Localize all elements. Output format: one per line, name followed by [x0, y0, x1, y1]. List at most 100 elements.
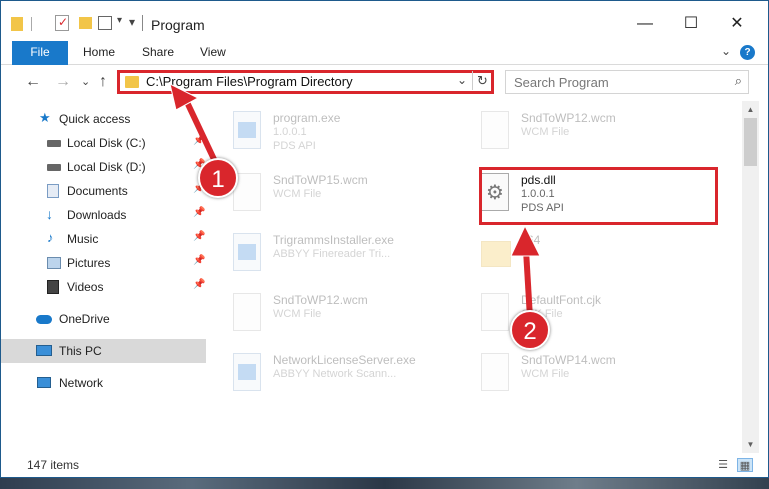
file-item[interactable]: SndToWP15.wcm WCM File: [213, 167, 453, 223]
computer-icon: [36, 345, 52, 356]
folder-icon: [125, 76, 139, 88]
file-version: 1.0.0.1: [273, 126, 307, 138]
navigation-pane: ★ Quick access Local Disk (C:) 📌 Local D…: [1, 101, 213, 453]
recent-locations-button[interactable]: ⌄: [81, 75, 90, 88]
sidebar-item-network[interactable]: Network: [1, 371, 206, 395]
title-bar: ✓ ▾ ▾ Program — ☐ ✕: [1, 1, 768, 41]
pictures-icon: [47, 257, 61, 269]
scroll-thumb[interactable]: [744, 118, 757, 166]
tab-file[interactable]: File: [12, 41, 68, 65]
title-separator: [142, 15, 143, 31]
file-item[interactable]: NetworkLicenseServer.exe ABBYY Network S…: [213, 347, 453, 403]
desktop-background: [0, 478, 769, 489]
sidebar-item-label: Videos: [67, 280, 104, 294]
folder-icon: [11, 17, 23, 31]
maximize-button[interactable]: ☐: [668, 9, 714, 39]
drive-icon: [47, 140, 61, 147]
ribbon-tabs: File Home Share View ⌄ ?: [1, 41, 768, 65]
sidebar-item-pictures[interactable]: Pictures 📌: [1, 251, 206, 275]
app-icon: [233, 233, 261, 271]
sidebar-item-documents[interactable]: Documents 📌: [1, 179, 206, 203]
address-dropdown-icon[interactable]: ⌄: [457, 73, 467, 87]
file-name: TrigrammsInstaller.exe: [273, 233, 394, 247]
up-button[interactable]: ↑: [99, 73, 107, 91]
close-button[interactable]: ✕: [714, 9, 760, 39]
sidebar-item-quick-access[interactable]: ★ Quick access: [1, 107, 206, 131]
scroll-up-icon[interactable]: ▲: [742, 101, 759, 118]
scroll-down-icon[interactable]: ▼: [742, 436, 759, 453]
tab-view[interactable]: View: [200, 41, 226, 65]
forward-button[interactable]: →: [55, 73, 71, 91]
sidebar-item-label: OneDrive: [59, 312, 110, 326]
search-icon[interactable]: ⌕: [735, 73, 742, 89]
sidebar-item-downloads[interactable]: ↓ Downloads 📌: [1, 203, 206, 227]
file-item[interactable]: SndToWP12.wcm WCM File: [461, 105, 701, 161]
file-name: program.exe: [273, 111, 341, 125]
file-item[interactable]: TrigrammsInstaller.exe ABBYY Finereader …: [213, 227, 453, 283]
file-type: WCM File: [521, 368, 570, 380]
sidebar-item-label: Music: [67, 232, 99, 246]
pin-icon[interactable]: 📌: [193, 279, 205, 290]
sidebar-item-label: Documents: [67, 184, 128, 198]
sidebar-item-this-pc[interactable]: This PC: [1, 339, 206, 363]
highlight-box: [479, 167, 718, 225]
tiles-view-icon[interactable]: ▦: [737, 458, 753, 472]
sidebar-item-onedrive[interactable]: OneDrive: [1, 307, 206, 331]
search-input[interactable]: Search Program ⌕: [505, 70, 749, 94]
file-item[interactable]: SndToWP14.wcm WCM File: [461, 347, 701, 403]
address-bar[interactable]: C:\Program Files\Program Directory ⌄ ↻: [117, 70, 494, 94]
navigation-bar: ← → ⌄ ↑ C:\Program Files\Program Directo…: [1, 65, 768, 101]
star-icon: ★: [39, 110, 51, 125]
expand-ribbon-icon[interactable]: ⌄: [721, 44, 731, 58]
window-title: Program: [151, 17, 205, 33]
new-folder-icon[interactable]: [79, 17, 92, 29]
pin-icon[interactable]: 📌: [193, 231, 205, 242]
minimize-button[interactable]: —: [622, 9, 668, 39]
network-icon: [37, 377, 51, 388]
videos-icon: [47, 280, 59, 294]
pin-icon[interactable]: 📌: [193, 255, 205, 266]
sidebar-item-local-disk-d[interactable]: Local Disk (D:) 📌: [1, 155, 206, 179]
status-bar: 147 items ☰ ▦: [1, 453, 768, 477]
address-path[interactable]: C:\Program Files\Program Directory: [146, 74, 353, 89]
refresh-button[interactable]: ↻: [472, 71, 492, 90]
music-icon: ♪: [47, 230, 54, 245]
file-item[interactable]: SndToWP12.wcm WCM File: [213, 287, 453, 343]
vertical-scrollbar[interactable]: ▲ ▼: [742, 101, 759, 453]
details-view-icon[interactable]: ☰: [715, 458, 731, 472]
file-item[interactable]: DefaultFont.cjk CJK File: [461, 287, 701, 343]
back-button[interactable]: ←: [25, 73, 41, 91]
sidebar-item-label: This PC: [59, 344, 102, 358]
sidebar-item-label: Local Disk (D:): [67, 160, 146, 174]
sidebar-item-music[interactable]: ♪ Music 📌: [1, 227, 206, 251]
sidebar-item-label: Quick access: [59, 112, 131, 126]
file-type: WCM File: [273, 308, 322, 320]
sidebar-item-local-disk-c[interactable]: Local Disk (C:) 📌: [1, 131, 206, 155]
help-button[interactable]: ?: [740, 45, 755, 60]
sidebar-item-label: Local Disk (C:): [67, 136, 146, 150]
properties-icon[interactable]: ✓: [55, 15, 69, 31]
cloud-icon: [36, 315, 52, 324]
documents-icon: [47, 184, 59, 198]
app-icon: [233, 111, 261, 149]
tab-home[interactable]: Home: [83, 41, 115, 65]
customize-icon[interactable]: [98, 16, 112, 30]
file-name: SndToWP15.wcm: [273, 173, 368, 187]
folder-item[interactable]: x64: [461, 227, 701, 283]
pin-icon[interactable]: 📌: [193, 135, 205, 146]
folder-icon: [481, 241, 511, 267]
file-name: NetworkLicenseServer.exe: [273, 353, 416, 367]
sidebar-item-videos[interactable]: Videos 📌: [1, 275, 206, 299]
pin-icon[interactable]: 📌: [193, 207, 205, 218]
sidebar-item-label: Pictures: [67, 256, 111, 270]
file-description: PDS API: [273, 140, 316, 152]
tab-share[interactable]: Share: [142, 41, 174, 65]
sidebar-item-label: Downloads: [67, 208, 127, 222]
file-icon: [481, 293, 509, 331]
file-icon: [233, 293, 261, 331]
sidebar-item-label: Network: [59, 376, 104, 390]
item-count: 147 items: [27, 458, 80, 472]
pin-toolbar-icon[interactable]: ▾: [129, 15, 135, 33]
quick-access-dropdown-icon[interactable]: ▾: [117, 15, 122, 33]
file-item[interactable]: program.exe 1.0.0.1 PDS API: [213, 105, 453, 161]
